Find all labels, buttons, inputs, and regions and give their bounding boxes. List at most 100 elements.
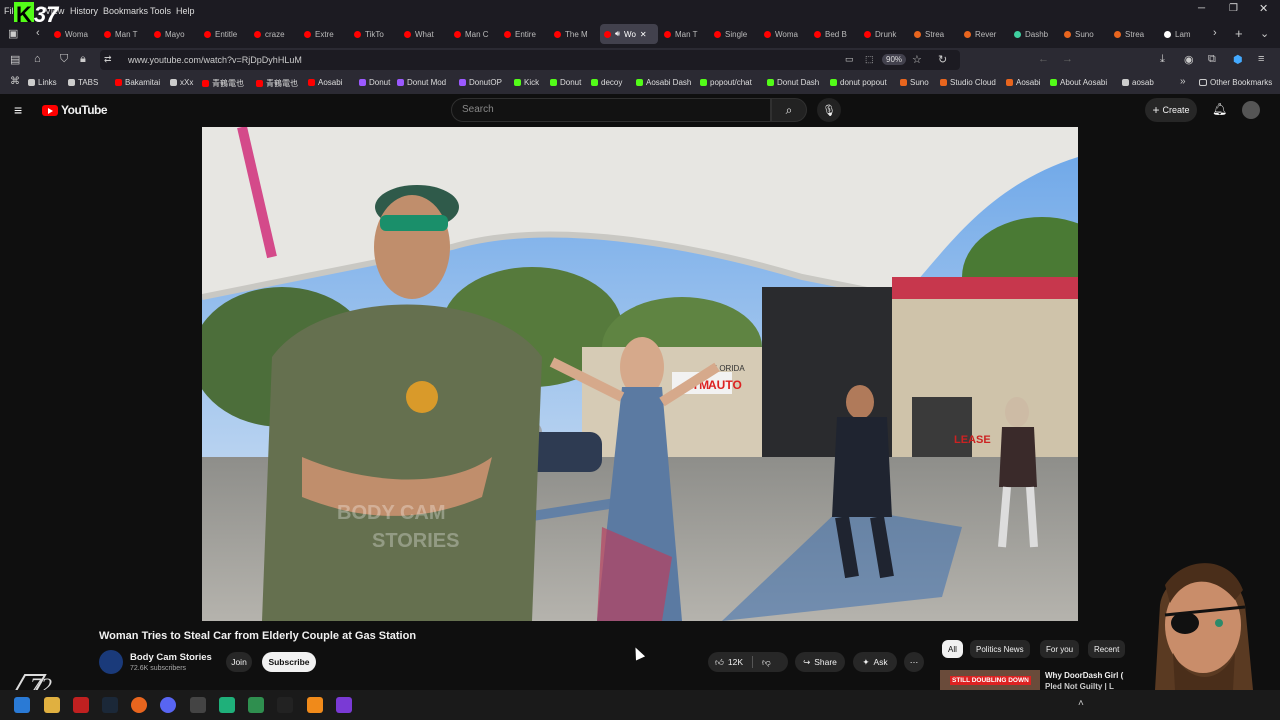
app-icon-red[interactable] bbox=[73, 697, 89, 713]
url-field[interactable]: ⇄ www.youtube.com/watch?v=RjDpDyhHLuM ▭ … bbox=[100, 50, 960, 70]
browser-tab[interactable]: Strea bbox=[1110, 24, 1158, 44]
chip-all[interactable]: All bbox=[942, 640, 963, 658]
bookmark-item[interactable]: About Aosabi bbox=[1050, 78, 1107, 87]
bookmark-item[interactable]: Donut Mod bbox=[397, 78, 446, 87]
bookmark-item[interactable]: Suno bbox=[900, 78, 929, 87]
lock-icon[interactable]: 🔒︎ bbox=[80, 53, 86, 66]
browser-tab[interactable]: Suno bbox=[1060, 24, 1108, 44]
channel-avatar[interactable] bbox=[99, 650, 123, 674]
browser-tab[interactable]: The M bbox=[550, 24, 598, 44]
browser-tab[interactable]: Entitle bbox=[200, 24, 248, 44]
browser-tab[interactable]: Extre bbox=[300, 24, 348, 44]
screenshot-icon[interactable]: ⬚ bbox=[865, 54, 874, 65]
restore-icon[interactable]: ❐ bbox=[1229, 3, 1238, 14]
browser-tab[interactable]: Man T bbox=[100, 24, 148, 44]
chip-politics-news[interactable]: Politics News bbox=[970, 640, 1030, 658]
app-menu-icon[interactable]: ≡ bbox=[1258, 53, 1264, 65]
search-input[interactable] bbox=[460, 103, 754, 116]
channel-name[interactable]: Body Cam Stories bbox=[130, 652, 212, 663]
subscribe-button[interactable]: Subscribe bbox=[262, 652, 316, 672]
menu-help[interactable]: Help bbox=[176, 6, 195, 16]
chip-for-you[interactable]: For you bbox=[1040, 640, 1080, 658]
avatar[interactable] bbox=[1242, 101, 1260, 119]
bookmark-item[interactable]: Donut Dash bbox=[767, 78, 819, 87]
bookmark-item[interactable]: decoy bbox=[591, 78, 622, 87]
browser-tab[interactable]: Man C bbox=[450, 24, 498, 44]
hamburger-menu-icon[interactable]: ≡ bbox=[14, 102, 22, 118]
browser-tab[interactable]: Dashb bbox=[1010, 24, 1058, 44]
browser-tab[interactable]: Drunk bbox=[860, 24, 908, 44]
more-actions-button[interactable]: ⋯ bbox=[904, 652, 924, 672]
ask-button[interactable]: ✦ Ask bbox=[853, 652, 897, 672]
download-icon[interactable]: ⤓ bbox=[1160, 53, 1165, 66]
discord-icon[interactable] bbox=[160, 697, 176, 713]
bookmark-item[interactable]: DonutOP bbox=[459, 78, 502, 87]
bookmarks-sidebar-icon[interactable]: ⌘ bbox=[10, 76, 20, 87]
create-button[interactable]: + Create bbox=[1145, 98, 1197, 122]
file-explorer-icon[interactable] bbox=[44, 697, 60, 713]
spreadsheet-icon[interactable] bbox=[248, 697, 264, 713]
browser-tab[interactable]: TikTo bbox=[350, 24, 398, 44]
browser-tab[interactable]: 🔊︎ Wo ✕ bbox=[600, 24, 658, 44]
browser-tab[interactable]: Mayo bbox=[150, 24, 198, 44]
youtube-logo[interactable]: YouTube bbox=[42, 103, 108, 117]
search-button[interactable]: ⌕ bbox=[771, 98, 807, 122]
browser-tab[interactable]: Strea bbox=[910, 24, 958, 44]
other-bookmarks[interactable]: Other Bookmarks bbox=[1199, 78, 1272, 87]
recommended-video[interactable]: STILL DOUBLING DOWN Why DoorDash Girl ( … bbox=[940, 670, 1130, 691]
browser-tab[interactable]: Rever bbox=[960, 24, 1008, 44]
menu-bookmarks[interactable]: Bookmarks bbox=[103, 6, 148, 16]
close-window-icon[interactable]: ✕ bbox=[1259, 2, 1268, 15]
start-icon[interactable] bbox=[14, 697, 30, 713]
bookmark-item[interactable]: TABS bbox=[68, 78, 98, 87]
close-tab-icon[interactable]: ✕ bbox=[640, 30, 647, 39]
zoom-level[interactable]: 90% bbox=[882, 54, 907, 65]
tab-list-icon[interactable]: ▣ bbox=[8, 27, 18, 40]
like-button[interactable]: 👍︎ 12K bbox=[715, 657, 743, 668]
bookmarks-overflow-icon[interactable]: » bbox=[1180, 76, 1186, 87]
bookmark-item[interactable]: Aosabi bbox=[1006, 78, 1040, 87]
browser-tab[interactable]: What bbox=[400, 24, 448, 44]
bookmark-item[interactable]: Kick bbox=[514, 78, 539, 87]
bookmark-item[interactable]: Donut bbox=[550, 78, 581, 87]
bookmark-item[interactable]: xXx bbox=[170, 78, 193, 87]
chip-recent[interactable]: Recent bbox=[1088, 640, 1126, 658]
bookmark-item[interactable]: donut popout bbox=[830, 78, 887, 87]
join-button[interactable]: Join bbox=[226, 652, 252, 672]
app-icon-green[interactable] bbox=[219, 697, 235, 713]
tray-chevron-icon[interactable]: ˄ bbox=[1078, 698, 1084, 709]
share-button[interactable]: ↪ Share bbox=[795, 652, 845, 672]
sidebar-icon[interactable]: ▤ bbox=[10, 53, 20, 66]
reader-view-icon[interactable]: ▭ bbox=[845, 54, 854, 65]
menu-history[interactable]: History bbox=[70, 6, 98, 16]
reload-icon[interactable]: ↻ bbox=[938, 53, 947, 66]
app-icon-purple[interactable] bbox=[336, 697, 352, 713]
firefox-icon[interactable] bbox=[131, 697, 147, 713]
forward-icon[interactable]: → bbox=[1062, 53, 1073, 65]
browser-tab[interactable]: Bed B bbox=[810, 24, 858, 44]
dislike-button[interactable]: 👎︎ bbox=[762, 657, 771, 668]
video-player[interactable]: ATM AUTO FLORIDA LEASE bbox=[202, 127, 1078, 621]
menu-tools[interactable]: Tools bbox=[150, 6, 171, 16]
account-icon[interactable]: ◉ bbox=[1184, 53, 1194, 66]
new-tab-icon[interactable]: + bbox=[1235, 26, 1243, 41]
bookmark-item[interactable]: Bakamitai bbox=[115, 78, 160, 87]
bookmark-item[interactable]: 青鶴電也 bbox=[256, 78, 298, 89]
shield-icon[interactable]: ⛉ bbox=[60, 53, 68, 66]
app-icon-gray[interactable] bbox=[190, 697, 206, 713]
extensions-icon[interactable]: ⧉ bbox=[1208, 53, 1216, 66]
bookmark-item[interactable]: Links bbox=[28, 78, 57, 87]
steam-icon[interactable] bbox=[102, 697, 118, 713]
browser-tab[interactable]: Lam bbox=[1160, 24, 1208, 44]
home-icon[interactable]: ⌂ bbox=[34, 53, 41, 65]
browser-tab[interactable]: Single bbox=[710, 24, 758, 44]
bookmark-item[interactable]: Aosabi bbox=[308, 78, 342, 87]
bookmark-item[interactable]: Aosabi Dash bbox=[636, 78, 691, 87]
back-icon[interactable]: ← bbox=[1038, 53, 1049, 65]
audio-playing-icon[interactable]: 🔊︎ bbox=[615, 29, 620, 39]
bookmark-star-icon[interactable]: ☆ bbox=[912, 53, 922, 66]
tab-scroll-left-icon[interactable]: ‹ bbox=[36, 27, 40, 39]
browser-tab[interactable]: Man T bbox=[660, 24, 708, 44]
bookmark-item[interactable]: aosab bbox=[1122, 78, 1154, 87]
bookmark-item[interactable]: Studio Cloud bbox=[940, 78, 996, 87]
